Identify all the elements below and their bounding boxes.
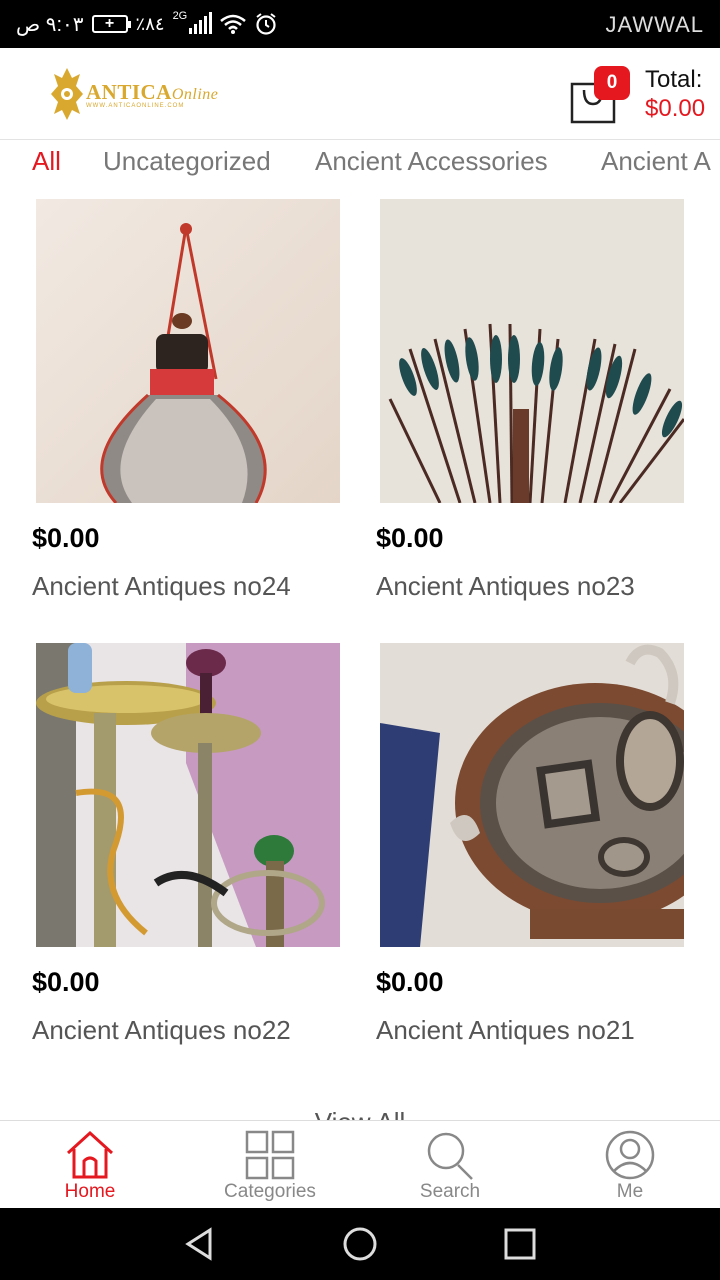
network-type: 2G — [172, 10, 188, 22]
total-label: Total: — [645, 66, 703, 93]
recents-icon[interactable] — [502, 1226, 538, 1262]
product-name[interactable]: Ancient Antiques no23 — [376, 571, 635, 602]
nav-search-label: Search — [419, 1181, 481, 1202]
nav-me[interactable]: Me — [540, 1121, 720, 1209]
nav-me-label: Me — [616, 1181, 644, 1202]
total-value: $0.00 — [645, 95, 706, 122]
canteen-image[interactable] — [36, 199, 340, 503]
brand-logo[interactable]: ANTICAOnline WWW.ANTICAONLINE.COM — [50, 64, 230, 124]
tab-ancient-more[interactable]: Ancient A — [601, 146, 711, 177]
product-card[interactable]: $0.00 Ancient Antiques no21 — [376, 643, 706, 1063]
product-price: $0.00 — [32, 523, 100, 553]
product-name[interactable]: Ancient Antiques no22 — [32, 1015, 291, 1046]
product-card[interactable]: $0.00 Ancient Antiques no24 — [32, 199, 362, 619]
logo-subtitle: WWW.ANTICAONLINE.COM — [86, 102, 185, 109]
nav-home[interactable]: Home — [0, 1121, 180, 1209]
product-name[interactable]: Ancient Antiques no24 — [32, 571, 291, 602]
nav-home-label: Home — [64, 1181, 116, 1202]
tab-ancient-accessories[interactable]: Ancient Accessories — [315, 146, 548, 177]
cart-count-badge[interactable]: 0 — [594, 66, 630, 100]
tab-uncategorized[interactable]: Uncategorized — [103, 146, 271, 177]
product-price: $0.00 — [32, 967, 100, 997]
tab-all[interactable]: All — [32, 146, 61, 177]
nav-categories-label: Categories — [224, 1181, 316, 1202]
nav-categories[interactable]: Categories — [180, 1121, 360, 1209]
carrier-name: JAWWAL — [605, 12, 704, 37]
system-nav-bar — [0, 1208, 720, 1280]
product-card[interactable]: $0.00 Ancient Antiques no23 — [376, 199, 706, 619]
logo-emblem-icon — [51, 68, 83, 120]
nav-search[interactable]: Search — [360, 1121, 540, 1209]
status-bar: ٩:٠٣ ص + ٪٨٤ 2G JAWWAL — [0, 0, 720, 48]
search-icon — [427, 1132, 473, 1180]
wifi-icon — [220, 14, 247, 34]
hookah-image[interactable] — [36, 643, 340, 947]
battery-percent: ٪٨٤ — [135, 13, 165, 34]
alarm-icon — [256, 13, 276, 35]
ornate-frame-image[interactable] — [380, 643, 684, 947]
status-time: ٩:٠٣ ص — [16, 13, 84, 36]
product-name[interactable]: Ancient Antiques no21 — [376, 1015, 635, 1046]
product-price: $0.00 — [376, 967, 444, 997]
user-icon — [605, 1130, 655, 1180]
bottom-nav: Home Categories Search Me — [0, 1120, 720, 1208]
signal-icon — [189, 12, 213, 34]
back-icon[interactable] — [182, 1226, 218, 1262]
home-circle-icon[interactable] — [342, 1226, 378, 1262]
product-card[interactable]: $0.00 Ancient Antiques no22 — [32, 643, 362, 1063]
home-icon — [66, 1130, 114, 1179]
battery-icon: + — [91, 15, 131, 33]
product-price: $0.00 — [376, 523, 444, 553]
grid-icon — [245, 1130, 295, 1180]
status-indicators: ٩:٠٣ ص + ٪٨٤ 2G — [16, 10, 278, 38]
app-header: ANTICAOnline WWW.ANTICAONLINE.COM 0 Tota… — [0, 48, 720, 140]
arrows-image[interactable] — [380, 199, 684, 503]
category-tabs: All Uncategorized Ancient Accessories An… — [0, 140, 720, 186]
logo-wordmark: ANTICAOnline — [86, 79, 219, 104]
